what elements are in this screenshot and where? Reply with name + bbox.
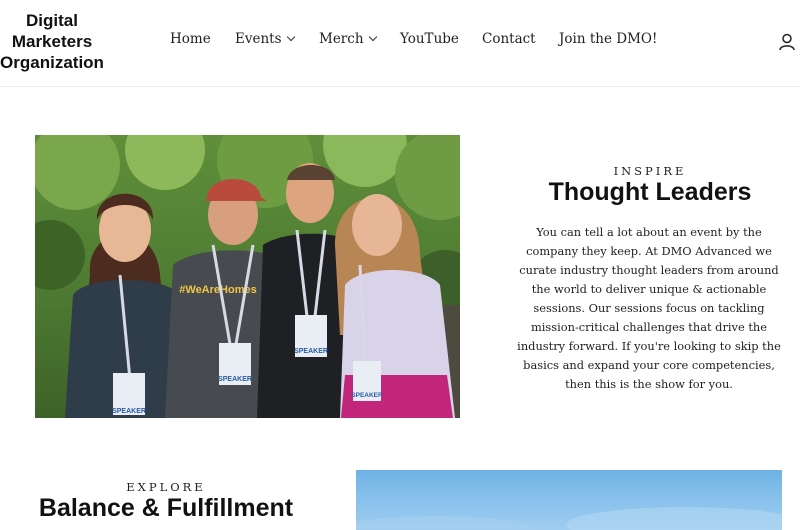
brand-line-1: Digital	[26, 11, 78, 30]
nav-merch-label: Merch	[319, 31, 364, 47]
nav-join[interactable]: Join the DMO!	[559, 31, 657, 47]
chevron-down-icon	[368, 32, 377, 42]
sky-image	[356, 507, 782, 530]
user-icon	[779, 33, 795, 51]
speakers-image: SPEAKER #WeAreHomes SPEAKER SPEAKER SPEA…	[35, 135, 460, 418]
nav-contact-label: Contact	[482, 31, 536, 47]
speaker-badge-2: SPEAKER	[218, 376, 252, 383]
nav-home-label: Home	[170, 31, 211, 47]
chevron-down-icon	[286, 32, 295, 42]
section-title: Thought Leaders	[548, 178, 752, 206]
nav-events[interactable]: Events	[235, 31, 295, 47]
brand-line-3: Organization	[0, 53, 104, 72]
brand-line-2: Marketers	[11, 32, 93, 51]
speakers-photo: SPEAKER #WeAreHomes SPEAKER SPEAKER SPEA…	[35, 135, 460, 418]
nav-youtube[interactable]: YouTube	[400, 31, 459, 47]
nav-youtube-label: YouTube	[400, 31, 459, 47]
sky-photo	[356, 470, 782, 530]
site-header: Digital Marketers Organization Home Even…	[0, 0, 800, 87]
nav-merch[interactable]: Merch	[319, 31, 377, 47]
speaker-badge-3: SPEAKER	[294, 348, 328, 355]
section-body: You can tell a lot about an event by the…	[517, 225, 781, 391]
nav-events-label: Events	[235, 31, 282, 47]
speaker-badge-1: SPEAKER	[112, 408, 146, 415]
speaker-badge-4: SPEAKER	[351, 392, 383, 399]
account-button[interactable]	[777, 32, 797, 52]
section-title: Balance & Fulfillment	[38, 494, 294, 522]
nav-home[interactable]: Home	[170, 31, 211, 47]
section-eyebrow: INSPIRE	[613, 164, 687, 178]
brand-logo[interactable]: Digital Marketers Organization	[0, 10, 110, 73]
section-eyebrow: EXPLORE	[126, 480, 206, 494]
nav-contact[interactable]: Contact	[482, 31, 536, 47]
nav-join-label: Join the DMO!	[559, 31, 658, 47]
